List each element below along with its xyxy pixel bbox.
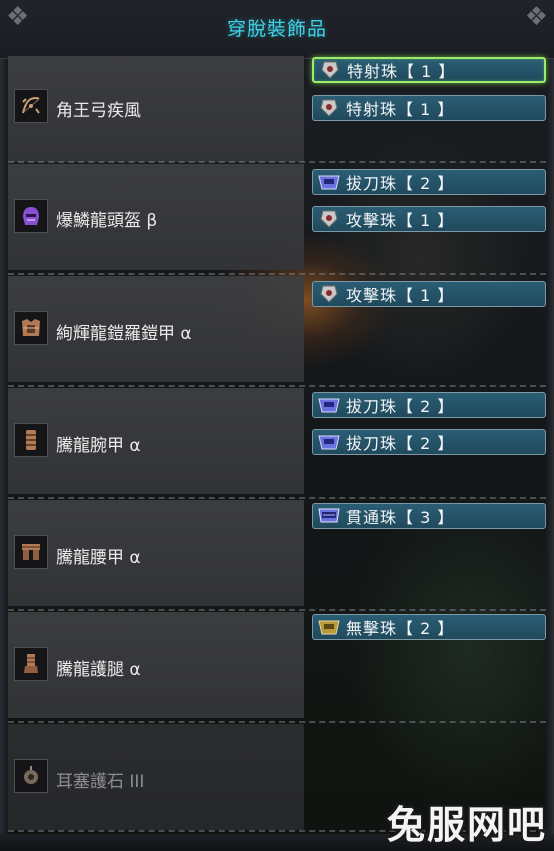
jewel-slot[interactable]: 拔刀珠【 2 】 — [312, 429, 546, 455]
jewel-name: 攻擊珠【 1 】 — [346, 211, 455, 230]
jewel-name: 貫通珠【 3 】 — [346, 508, 455, 527]
equipment-name: 爆鱗龍頭盔 β — [56, 211, 158, 231]
frame-left-border — [0, 0, 8, 851]
equipment-row-arms[interactable]: 騰龍腕甲 α — [8, 388, 304, 494]
jewel-slot[interactable]: 特射珠【 1 】 — [312, 57, 546, 83]
watermark: 兔服网吧 — [387, 802, 548, 847]
jewel-slot[interactable]: 拔刀珠【 2 】 — [312, 169, 546, 195]
waist-armor-icon — [14, 535, 48, 569]
jewel-name: 拔刀珠【 2 】 — [346, 397, 455, 416]
row-divider — [8, 497, 546, 499]
row-divider — [8, 721, 546, 723]
frame-right-border — [546, 0, 554, 851]
jewel-slot-lv1-icon — [318, 210, 340, 228]
jewel-slot-lv3-icon — [318, 507, 340, 525]
jewel-slot-lv2-icon — [318, 618, 340, 636]
equipment-row-chest[interactable]: 絢輝龍鎧羅鎧甲 α — [8, 276, 304, 382]
equipment-name: 騰龍腰甲 α — [56, 548, 141, 568]
title-bar: ❖ ❖ 穿脫裝飾品 — [0, 0, 554, 59]
equipment-row-head[interactable]: 爆鱗龍頭盔 β — [8, 164, 304, 270]
jewel-slot[interactable]: 特射珠【 1 】 — [312, 95, 546, 121]
equipment-row-weapon[interactable]: 角王弓疾風 — [8, 56, 304, 162]
charm-icon — [14, 759, 48, 793]
jewel-slot[interactable]: 攻擊珠【 1 】 — [312, 281, 546, 307]
chest-armor-icon — [14, 311, 48, 345]
row-divider — [8, 161, 546, 163]
jewel-slot-lv2-icon — [318, 173, 340, 191]
equipment-row-charm[interactable]: 耳塞護石 III — [8, 724, 304, 830]
leg-armor-icon — [14, 647, 48, 681]
bow-weapon-icon — [14, 89, 48, 123]
jewel-slot-lv2-icon — [318, 433, 340, 451]
row-divider — [8, 609, 546, 611]
jewel-name: 攻擊珠【 1 】 — [346, 286, 455, 305]
equipment-name: 絢輝龍鎧羅鎧甲 α — [56, 324, 192, 344]
jewel-slot-lv1-icon — [318, 285, 340, 303]
jewel-slot[interactable]: 攻擊珠【 1 】 — [312, 206, 546, 232]
helmet-armor-icon — [14, 199, 48, 233]
equipment-row-legs[interactable]: 騰龍護腿 α — [8, 612, 304, 718]
jewel-name: 拔刀珠【 2 】 — [346, 174, 455, 193]
jewel-slot-lv1-icon — [318, 99, 340, 117]
equipment-row-waist[interactable]: 騰龍腰甲 α — [8, 500, 304, 606]
jewel-slot-lv2-icon — [318, 396, 340, 414]
page-title: 穿脫裝飾品 — [226, 18, 327, 40]
row-divider — [8, 385, 546, 387]
equipment-name: 騰龍護腿 α — [56, 660, 141, 680]
equipment-name: 角王弓疾風 — [56, 101, 141, 121]
arm-armor-icon — [14, 423, 48, 457]
equipment-name: 騰龍腕甲 α — [56, 436, 141, 456]
jewel-slot-lv1-icon — [319, 61, 341, 79]
jewel-slot[interactable]: 無擊珠【 2 】 — [312, 614, 546, 640]
row-divider — [8, 273, 546, 275]
jewel-slot[interactable]: 拔刀珠【 2 】 — [312, 392, 546, 418]
jewel-name: 特射珠【 1 】 — [347, 62, 456, 81]
jewel-slot[interactable]: 貫通珠【 3 】 — [312, 503, 546, 529]
jewel-name: 特射珠【 1 】 — [346, 100, 455, 119]
jewel-name: 無擊珠【 2 】 — [346, 619, 455, 638]
jewel-name: 拔刀珠【 2 】 — [346, 434, 455, 453]
equipment-name: 耳塞護石 III — [56, 772, 145, 792]
